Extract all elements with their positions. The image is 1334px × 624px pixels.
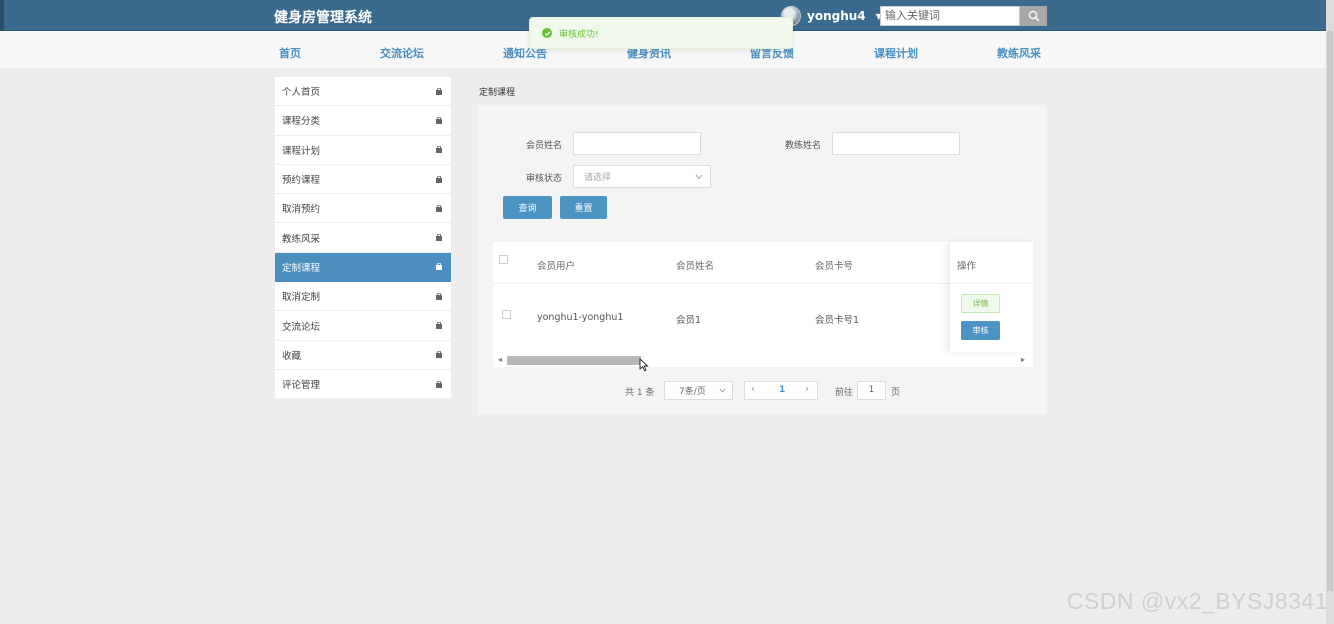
sidebar-item-label: 取消预约: [282, 204, 321, 216]
next-page-icon[interactable]: ›: [805, 384, 809, 395]
sidebar-item-label: 个人首页: [282, 87, 321, 99]
nav-coach[interactable]: 教练风采: [997, 45, 1041, 61]
goto-value: 1: [868, 385, 875, 395]
username: yonghu4: [807, 9, 866, 23]
status-select[interactable]: 请选择: [573, 165, 711, 188]
search-button[interactable]: [1020, 6, 1047, 26]
header-divider: [950, 283, 1034, 284]
coach-name-field[interactable]: [832, 132, 960, 155]
sidebar-item-label: 评论管理: [282, 380, 321, 392]
reset-button[interactable]: 重置: [560, 196, 607, 219]
nav-forum[interactable]: 交流论坛: [380, 45, 424, 61]
pagination-total: 共 1 条: [625, 388, 655, 398]
scroll-left-icon[interactable]: ◂: [498, 355, 502, 364]
column-header: 会员姓名: [676, 261, 715, 272]
page-size-value: 7条/页: [679, 387, 706, 397]
site-title: 健身房管理系统: [274, 10, 372, 26]
audit-button[interactable]: 审核: [961, 321, 1000, 340]
lock-icon: [436, 380, 442, 388]
user-menu[interactable]: yonghu4 ▼: [781, 5, 882, 27]
data-table: 会员用户 会员姓名 会员卡号 yonghu1-yonghu1 会员1 会员卡号1…: [493, 242, 1034, 367]
row-checkbox[interactable]: [502, 310, 511, 319]
sidebar-item-label: 定制课程: [282, 262, 321, 274]
nav-home[interactable]: 首页: [279, 45, 301, 61]
coach-name-label: 教练姓名: [785, 141, 822, 151]
sidebar-item-label: 交流论坛: [282, 321, 321, 333]
lock-icon: [436, 351, 442, 359]
prev-page-icon[interactable]: ‹: [751, 384, 755, 395]
horizontal-scrollbar[interactable]: ◂ ▸: [498, 353, 1028, 367]
watermark: CSDN @vx2_BYSJ8341: [1066, 588, 1328, 614]
toast-message: 审核成功!: [559, 29, 599, 40]
scroll-right-icon[interactable]: ▸: [1021, 355, 1025, 364]
pager: ‹ 1 ›: [744, 381, 818, 400]
detail-button[interactable]: 详情: [961, 294, 1000, 313]
sidebar-item-label: 课程计划: [282, 145, 321, 157]
sidebar-item-label: 教练风采: [282, 233, 321, 245]
lock-icon: [436, 87, 442, 95]
lock-icon: [436, 146, 442, 154]
member-name-label: 会员姓名: [526, 141, 563, 151]
header-divider: [493, 283, 949, 284]
status-placeholder: 请选择: [584, 173, 612, 183]
lock-icon: [436, 263, 442, 271]
scroll-thumb[interactable]: [507, 356, 641, 365]
page-title: 定制课程: [479, 88, 516, 98]
cell-user: yonghu1-yonghu1: [537, 312, 624, 323]
query-button[interactable]: 查询: [503, 196, 552, 219]
topbar-edge: [0, 0, 4, 31]
sidebar-item-label: 课程分类: [282, 116, 321, 128]
search-input[interactable]: [880, 6, 1020, 26]
sidebar-item-course-category[interactable]: 课程分类: [275, 106, 451, 136]
select-all-checkbox[interactable]: [499, 255, 508, 264]
lock-icon: [436, 116, 442, 124]
check-circle-icon: [542, 28, 552, 38]
column-header: 会员用户: [537, 261, 576, 272]
chevron-down-icon: [719, 388, 726, 393]
lock-icon: [436, 175, 442, 183]
member-name-field[interactable]: [573, 132, 701, 155]
cell-name: 会员1: [676, 315, 702, 326]
search-icon: [1028, 10, 1040, 22]
sidebar-item-book-course[interactable]: 预约课程: [275, 165, 451, 195]
sidebar-item-forum[interactable]: 交流论坛: [275, 311, 451, 341]
lock-icon: [436, 234, 442, 242]
page-scroll-thumb[interactable]: [1327, 31, 1333, 591]
column-header: 会员卡号: [815, 261, 854, 272]
goto-suffix: 页: [891, 388, 901, 398]
page-size-select[interactable]: 7条/页: [664, 381, 733, 400]
chevron-down-icon: [695, 174, 703, 180]
sidebar-item-label: 收藏: [282, 350, 302, 362]
status-label: 审核状态: [526, 174, 563, 184]
sidebar-item-course-plan[interactable]: 课程计划: [275, 136, 451, 165]
sidebar-item-label: 取消定制: [282, 292, 321, 304]
sidebar: 个人首页 课程分类 课程计划 预约课程 取消预约 教练风采 定制课程 取消定制 …: [275, 77, 451, 400]
current-page[interactable]: 1: [779, 385, 785, 395]
sidebar-item-favorites[interactable]: 收藏: [275, 341, 451, 370]
lock-icon: [436, 204, 442, 212]
success-toast: 审核成功!: [529, 17, 793, 49]
sidebar-item-comments[interactable]: 评论管理: [275, 370, 451, 400]
sidebar-item-profile[interactable]: 个人首页: [275, 77, 451, 107]
goto-page-input[interactable]: 1: [857, 381, 886, 400]
cell-card: 会员卡号1: [815, 315, 860, 326]
sidebar-item-custom-course[interactable]: 定制课程: [275, 252, 451, 283]
sidebar-item-cancel-custom[interactable]: 取消定制: [275, 282, 451, 312]
mouse-cursor-icon: [639, 358, 649, 372]
sidebar-item-label: 预约课程: [282, 175, 321, 187]
actions-column: 操作 详情 审核: [949, 242, 1034, 352]
sidebar-item-coach[interactable]: 教练风采: [275, 223, 451, 253]
sidebar-item-cancel-booking[interactable]: 取消预约: [275, 194, 451, 224]
lock-icon: [436, 322, 442, 330]
lock-icon: [436, 292, 442, 300]
column-header: 操作: [957, 261, 977, 272]
goto-label: 前往: [835, 388, 854, 398]
nav-course-plan[interactable]: 课程计划: [874, 45, 918, 61]
